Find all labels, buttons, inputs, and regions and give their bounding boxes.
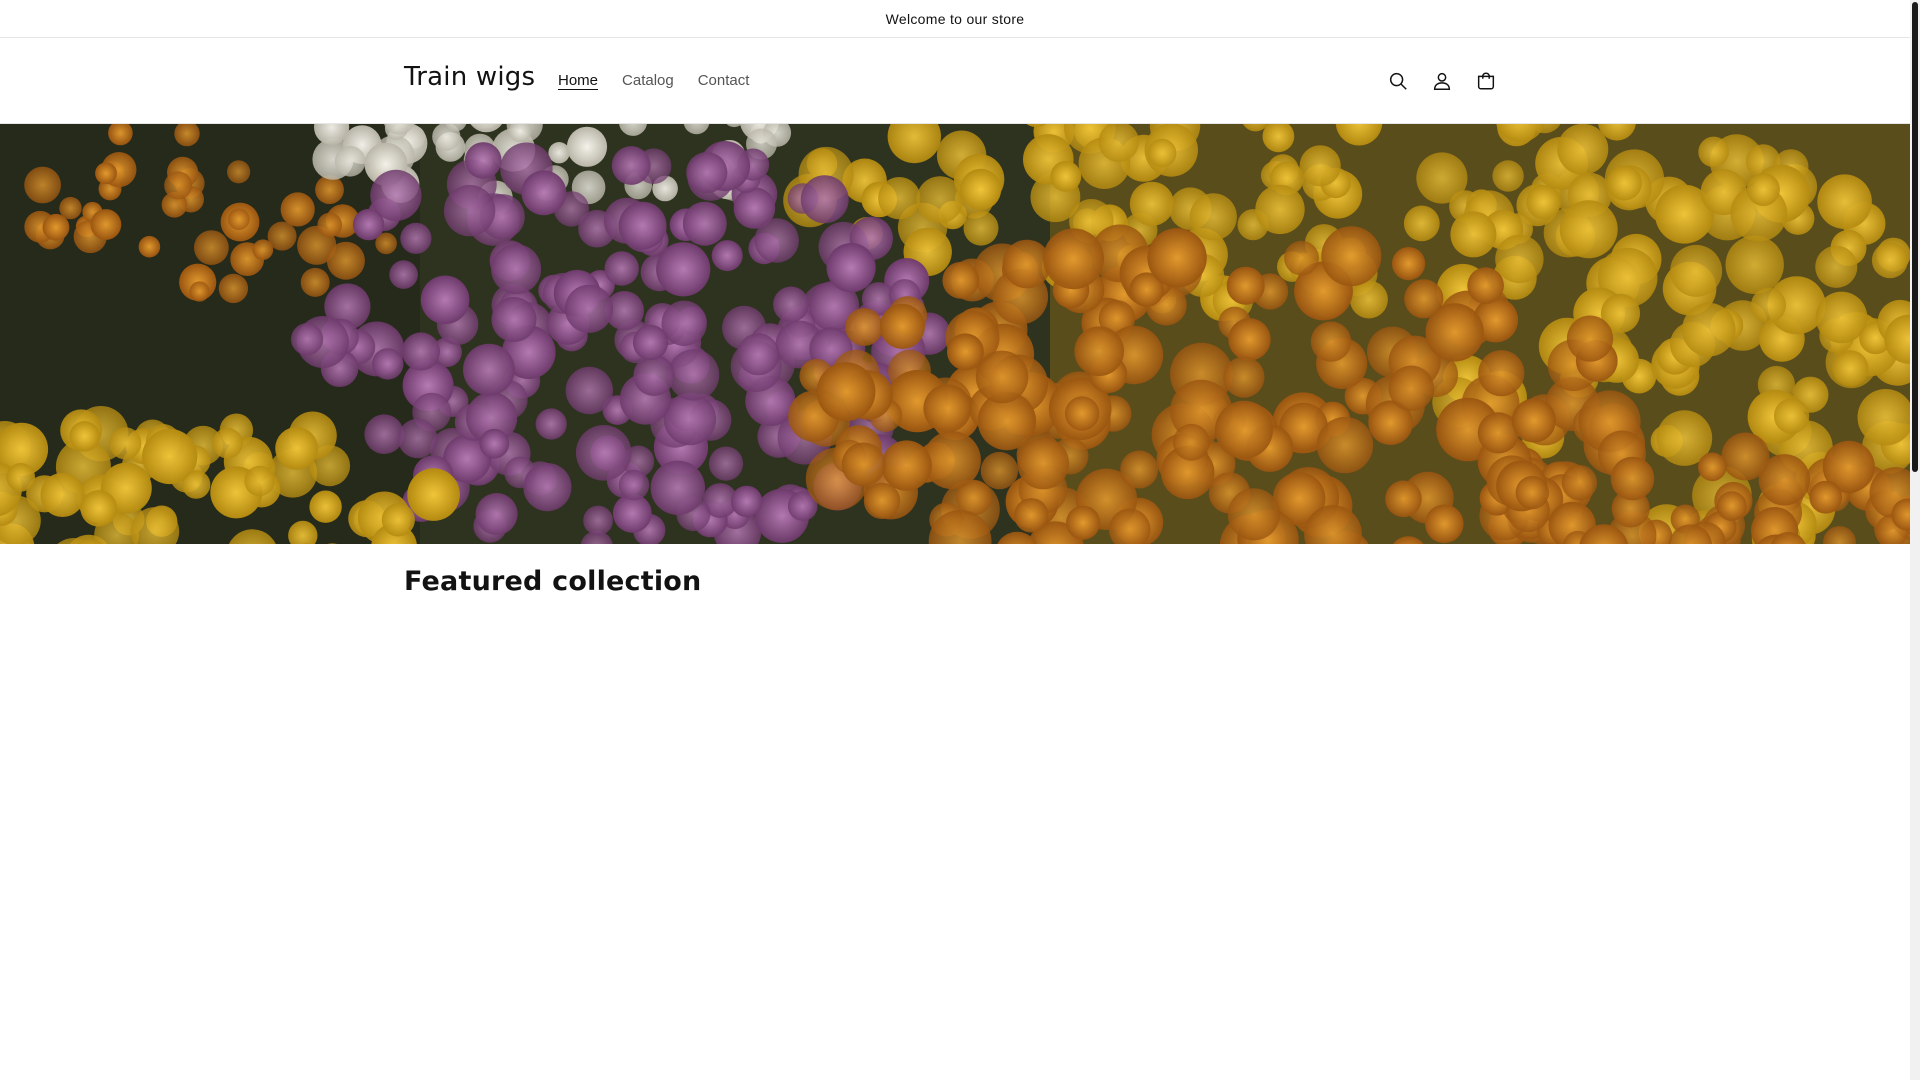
hero-banner <box>0 124 1910 544</box>
featured-collection-title: Featured collection <box>404 566 702 597</box>
page-scrollbar[interactable] <box>1910 0 1920 1080</box>
account-button[interactable] <box>1420 59 1464 103</box>
cart-icon <box>1477 72 1495 90</box>
store-logo[interactable]: Train wigs <box>404 62 535 92</box>
header-icons <box>1376 59 1508 103</box>
scrollbar-thumb[interactable] <box>1912 2 1918 472</box>
account-icon <box>1433 72 1451 90</box>
nav-contact[interactable]: Contact <box>686 68 762 93</box>
flowers-banner-image <box>0 124 1910 544</box>
search-button[interactable] <box>1376 59 1420 103</box>
announcement-text: Welcome to our store <box>885 10 1025 27</box>
nav-catalog[interactable]: Catalog <box>610 68 686 93</box>
nav-home[interactable]: Home <box>546 68 610 93</box>
search-icon <box>1389 72 1407 90</box>
cart-button[interactable] <box>1464 59 1508 103</box>
main-nav: Home Catalog Contact <box>546 68 761 93</box>
announcement-bar: Welcome to our store <box>0 0 1910 38</box>
site-header: Train wigs Home Catalog Contact <box>0 38 1910 124</box>
